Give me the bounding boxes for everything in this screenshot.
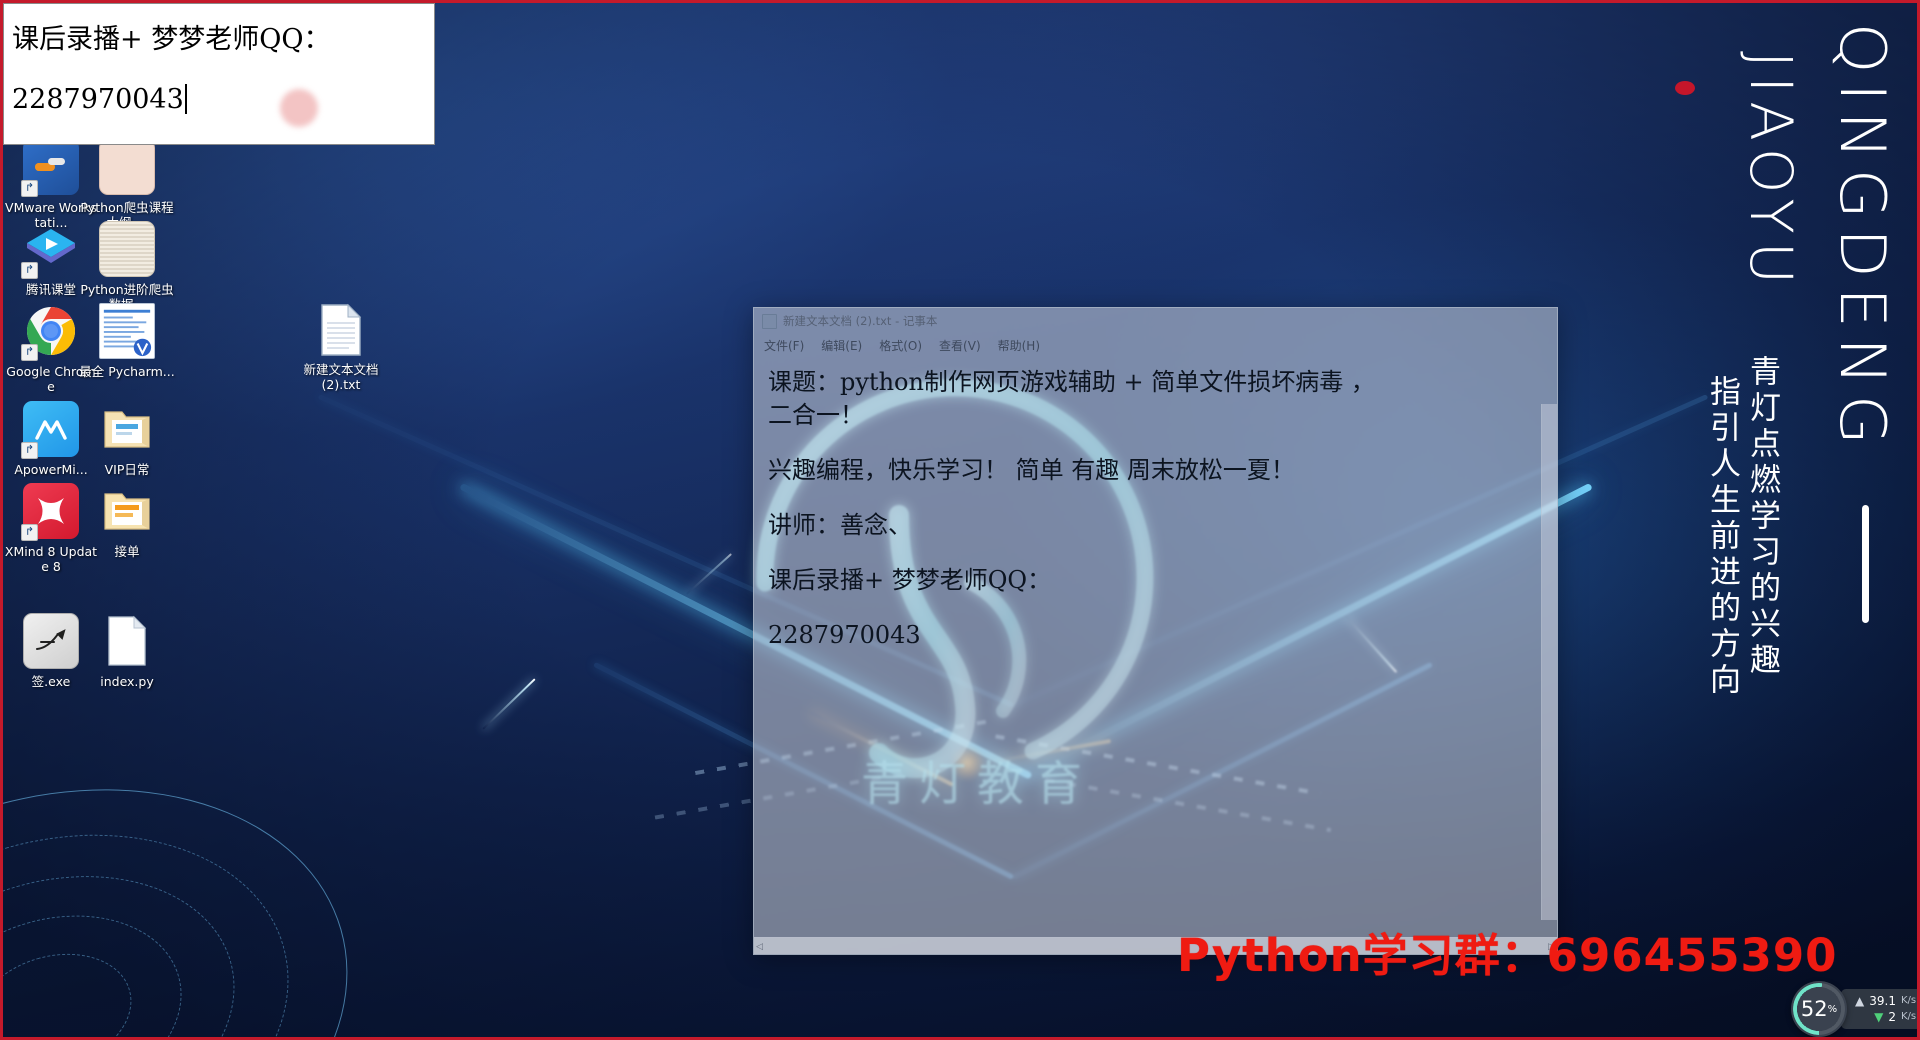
folder-icon	[99, 483, 155, 539]
network-speed-widget[interactable]: 52% ▲ 39.1 K/s ▼ 2 K/s	[1791, 981, 1917, 1037]
menu-item-edit[interactable]: 编辑(E)	[821, 337, 862, 354]
menu-item-format[interactable]: 格式(O)	[879, 337, 922, 354]
notepad-line: 讲师：善念、	[768, 511, 912, 539]
desktop-icon-jiedan-folder[interactable]: 接单	[79, 483, 175, 559]
usage-percent-value: 52%	[1801, 997, 1837, 1021]
upload-rate-value: 39.1	[1869, 994, 1896, 1008]
tencent-classroom-icon: ↱	[21, 221, 79, 279]
usage-percent-number: 52	[1800, 997, 1828, 1021]
shortcut-arrow-icon: ↱	[21, 262, 38, 279]
desktop-icon-new-text-document[interactable]: 新建文本文档 (2).txt	[293, 303, 389, 392]
notepad-menubar[interactable]: 文件(F) 编辑(E) 格式(O) 查看(V) 帮助(H)	[754, 334, 1557, 356]
desktop-icon-label: VIP日常	[104, 462, 150, 477]
desktop-icon-python-crawler-outline[interactable]: Python爬虫课程大纲....	[79, 139, 175, 230]
desktop-icon-pycharm-doc[interactable]: 最全 Pycharm...	[79, 303, 175, 379]
upload-rate-row: ▲ 39.1 K/s	[1855, 993, 1916, 1009]
overlay-line-2: 2287970043	[12, 84, 184, 115]
menu-item-file[interactable]: 文件(F)	[764, 337, 804, 354]
apowermirror-icon: ↱	[21, 401, 79, 459]
usage-percent-unit: %	[1827, 1004, 1838, 1015]
notepad-line: 二合一！	[768, 401, 864, 429]
wps-document-icon	[99, 303, 155, 359]
overlay-text-box[interactable]: 课后录播+ 梦梦老师QQ： 2287970043	[3, 3, 435, 145]
download-rate-row: ▼ 2 K/s	[1855, 1009, 1916, 1025]
shortcut-arrow-icon: ↱	[21, 180, 38, 197]
notepad-line: 兴趣编程，快乐学习！ 简单 有趣 周末放松一夏！	[768, 456, 1295, 484]
notepad-text-area[interactable]: 课题：python制作网页游戏辅助 + 简单文件损坏病毒 ， 二合一！ 兴趣编程…	[754, 356, 1557, 937]
shortcut-arrow-icon: ↱	[21, 524, 38, 541]
text-caret	[184, 84, 187, 114]
notepad-title-text: 新建文本文档 (2).txt - 记事本	[783, 314, 938, 328]
promo-text: Python学习群：696455390	[1177, 929, 1838, 982]
text-file-icon	[319, 303, 363, 357]
download-rate-value: 2	[1888, 1010, 1896, 1024]
scroll-left-arrow-icon[interactable]: ◁	[756, 941, 763, 952]
desktop-icon-vip-folder[interactable]: VIP日常	[79, 401, 175, 477]
document-thumbnail-icon	[99, 139, 155, 195]
notepad-vertical-scrollbar[interactable]	[1541, 404, 1557, 920]
vmware-icon: ↱	[21, 139, 79, 197]
menu-item-view[interactable]: 查看(V)	[939, 337, 981, 354]
overlay-line-1: 课后录播+ 梦梦老师QQ：	[12, 24, 331, 55]
notepad-line: 2287970043	[768, 621, 921, 649]
notepad-titlebar[interactable]: 新建文本文档 (2).txt - 记事本	[754, 308, 1557, 334]
document-thumbnail-icon	[99, 221, 155, 277]
cpu-usage-ring[interactable]: 52%	[1791, 981, 1847, 1037]
notepad-line: 课后录播+ 梦梦老师QQ：	[768, 566, 1052, 594]
network-rates-panel: ▲ 39.1 K/s ▼ 2 K/s	[1841, 989, 1917, 1029]
notepad-line: 课题：python制作网页游戏辅助 + 简单文件损坏病毒 ，	[768, 368, 1375, 396]
desktop-icon-python-advanced-crawler[interactable]: Python进阶爬虫 数据...	[79, 221, 175, 312]
shortcut-arrow-icon: ↱	[21, 344, 38, 361]
xmind-icon: ↱	[21, 483, 79, 541]
upload-rate-unit: K/s	[1900, 995, 1917, 1006]
overlay-line-2-wrap: 2287970043	[12, 70, 426, 130]
notepad-window[interactable]: 新建文本文档 (2).txt - 记事本 文件(F) 编辑(E) 格式(O) 查…	[753, 307, 1558, 955]
desktop-icon-label: 最全 Pycharm...	[79, 364, 175, 379]
desktop-icon-label: index.py	[100, 674, 154, 689]
upload-arrow-icon: ▲	[1855, 994, 1865, 1008]
download-arrow-icon: ▼	[1874, 1010, 1884, 1024]
desktop-icon-label: 接单	[114, 544, 140, 559]
folder-icon	[99, 401, 155, 457]
desktop-icon-index-py[interactable]: index.py	[79, 613, 175, 689]
menu-item-help[interactable]: 帮助(H)	[998, 337, 1040, 354]
chrome-icon: ↱	[21, 303, 79, 361]
download-rate-unit: K/s	[1900, 1011, 1917, 1022]
desktop-icon-label: 新建文本文档 (2).txt	[303, 362, 379, 392]
wallpaper-rings-decoration	[3, 722, 401, 1037]
overlay-pink-blob	[280, 89, 318, 127]
python-file-icon	[99, 613, 155, 669]
shortcut-arrow-icon: ↱	[21, 442, 38, 459]
notepad-app-icon	[762, 313, 777, 329]
signature-exe-icon	[23, 613, 79, 669]
desktop-screen: 青灯教育 ↱ VMware Workstati... ↱ 腾讯课堂	[0, 0, 1920, 1040]
